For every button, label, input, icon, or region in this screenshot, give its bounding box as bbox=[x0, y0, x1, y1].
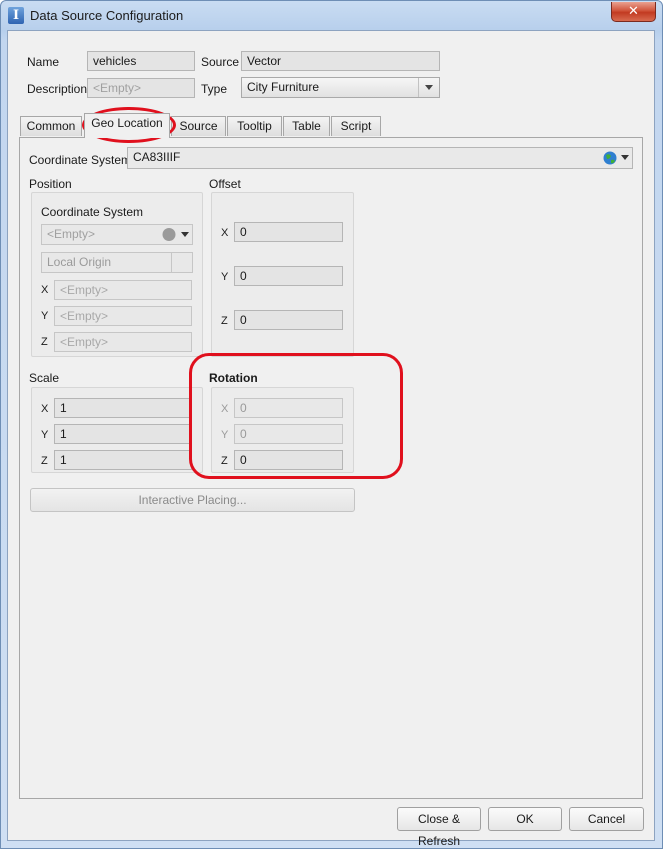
chevron-down-icon-disabled bbox=[171, 253, 192, 272]
type-value: City Furniture bbox=[247, 80, 320, 94]
tab-common[interactable]: Common bbox=[20, 116, 82, 136]
scale-z-field[interactable]: 1 bbox=[54, 450, 192, 470]
position-y-field[interactable]: <Empty> bbox=[54, 306, 192, 326]
coordinate-system-value: CA83IIIF bbox=[133, 150, 181, 164]
chevron-down-icon[interactable] bbox=[418, 78, 439, 97]
description-label: Description bbox=[27, 82, 88, 96]
tab-source[interactable]: Source bbox=[171, 116, 226, 136]
offset-z-label: Z bbox=[221, 315, 228, 327]
window-title: Data Source Configuration bbox=[30, 8, 184, 23]
tab-script[interactable]: Script bbox=[331, 116, 381, 136]
close-icon[interactable]: ✕ bbox=[611, 2, 656, 22]
coordinate-system-dropdown[interactable]: CA83IIIF bbox=[127, 147, 633, 169]
position-title: Position bbox=[29, 177, 72, 191]
offset-x-label: X bbox=[221, 227, 229, 239]
name-field[interactable]: vehicles bbox=[87, 51, 195, 71]
tab-table[interactable]: Table bbox=[283, 116, 330, 136]
position-z-field[interactable]: <Empty> bbox=[54, 332, 192, 352]
offset-z-field[interactable]: 0 bbox=[234, 310, 343, 330]
globe-icon[interactable] bbox=[602, 151, 632, 165]
position-x-label: X bbox=[41, 284, 49, 296]
globe-icon-disabled bbox=[162, 228, 189, 241]
position-coordinate-system-value: <Empty> bbox=[47, 227, 96, 241]
rotation-highlight bbox=[189, 353, 403, 479]
title-bar[interactable]: I Data Source Configuration ✕ bbox=[1, 1, 662, 31]
type-label: Type bbox=[201, 82, 228, 96]
name-label: Name bbox=[27, 55, 60, 69]
offset-title: Offset bbox=[209, 177, 241, 191]
offset-x-field[interactable]: 0 bbox=[234, 222, 343, 242]
scale-title: Scale bbox=[29, 371, 60, 385]
source-field[interactable]: Vector bbox=[241, 51, 440, 71]
position-coordinate-system-dropdown[interactable]: <Empty> bbox=[41, 224, 193, 245]
position-coordinate-system-label: Coordinate System bbox=[41, 205, 144, 219]
description-field[interactable]: <Empty> bbox=[87, 78, 195, 98]
tab-tooltip[interactable]: Tooltip bbox=[227, 116, 282, 136]
interactive-placing-button[interactable]: Interactive Placing... bbox=[30, 488, 355, 512]
ok-button[interactable]: OK bbox=[488, 807, 562, 831]
source-label: Source bbox=[201, 55, 240, 69]
scale-x-label: X bbox=[41, 403, 49, 415]
tab-geo-location[interactable]: Geo Location bbox=[84, 113, 170, 138]
type-dropdown[interactable]: City Furniture bbox=[241, 77, 440, 98]
coordinate-system-label: Coordinate System bbox=[29, 153, 132, 167]
position-y-label: Y bbox=[41, 310, 49, 322]
position-x-field[interactable]: <Empty> bbox=[54, 280, 192, 300]
cancel-button[interactable]: Cancel bbox=[569, 807, 644, 831]
close-refresh-button[interactable]: Close & Refresh bbox=[397, 807, 481, 848]
scale-y-label: Y bbox=[41, 429, 49, 441]
origin-dropdown[interactable]: Local Origin bbox=[41, 252, 193, 273]
scale-x-field[interactable]: 1 bbox=[54, 398, 192, 418]
offset-y-label: Y bbox=[221, 271, 229, 283]
offset-y-field[interactable]: 0 bbox=[234, 266, 343, 286]
scale-z-label: Z bbox=[41, 455, 48, 467]
position-z-label: Z bbox=[41, 336, 48, 348]
app-i-icon: I bbox=[8, 7, 24, 24]
origin-value: Local Origin bbox=[47, 255, 112, 269]
scale-y-field[interactable]: 1 bbox=[54, 424, 192, 444]
